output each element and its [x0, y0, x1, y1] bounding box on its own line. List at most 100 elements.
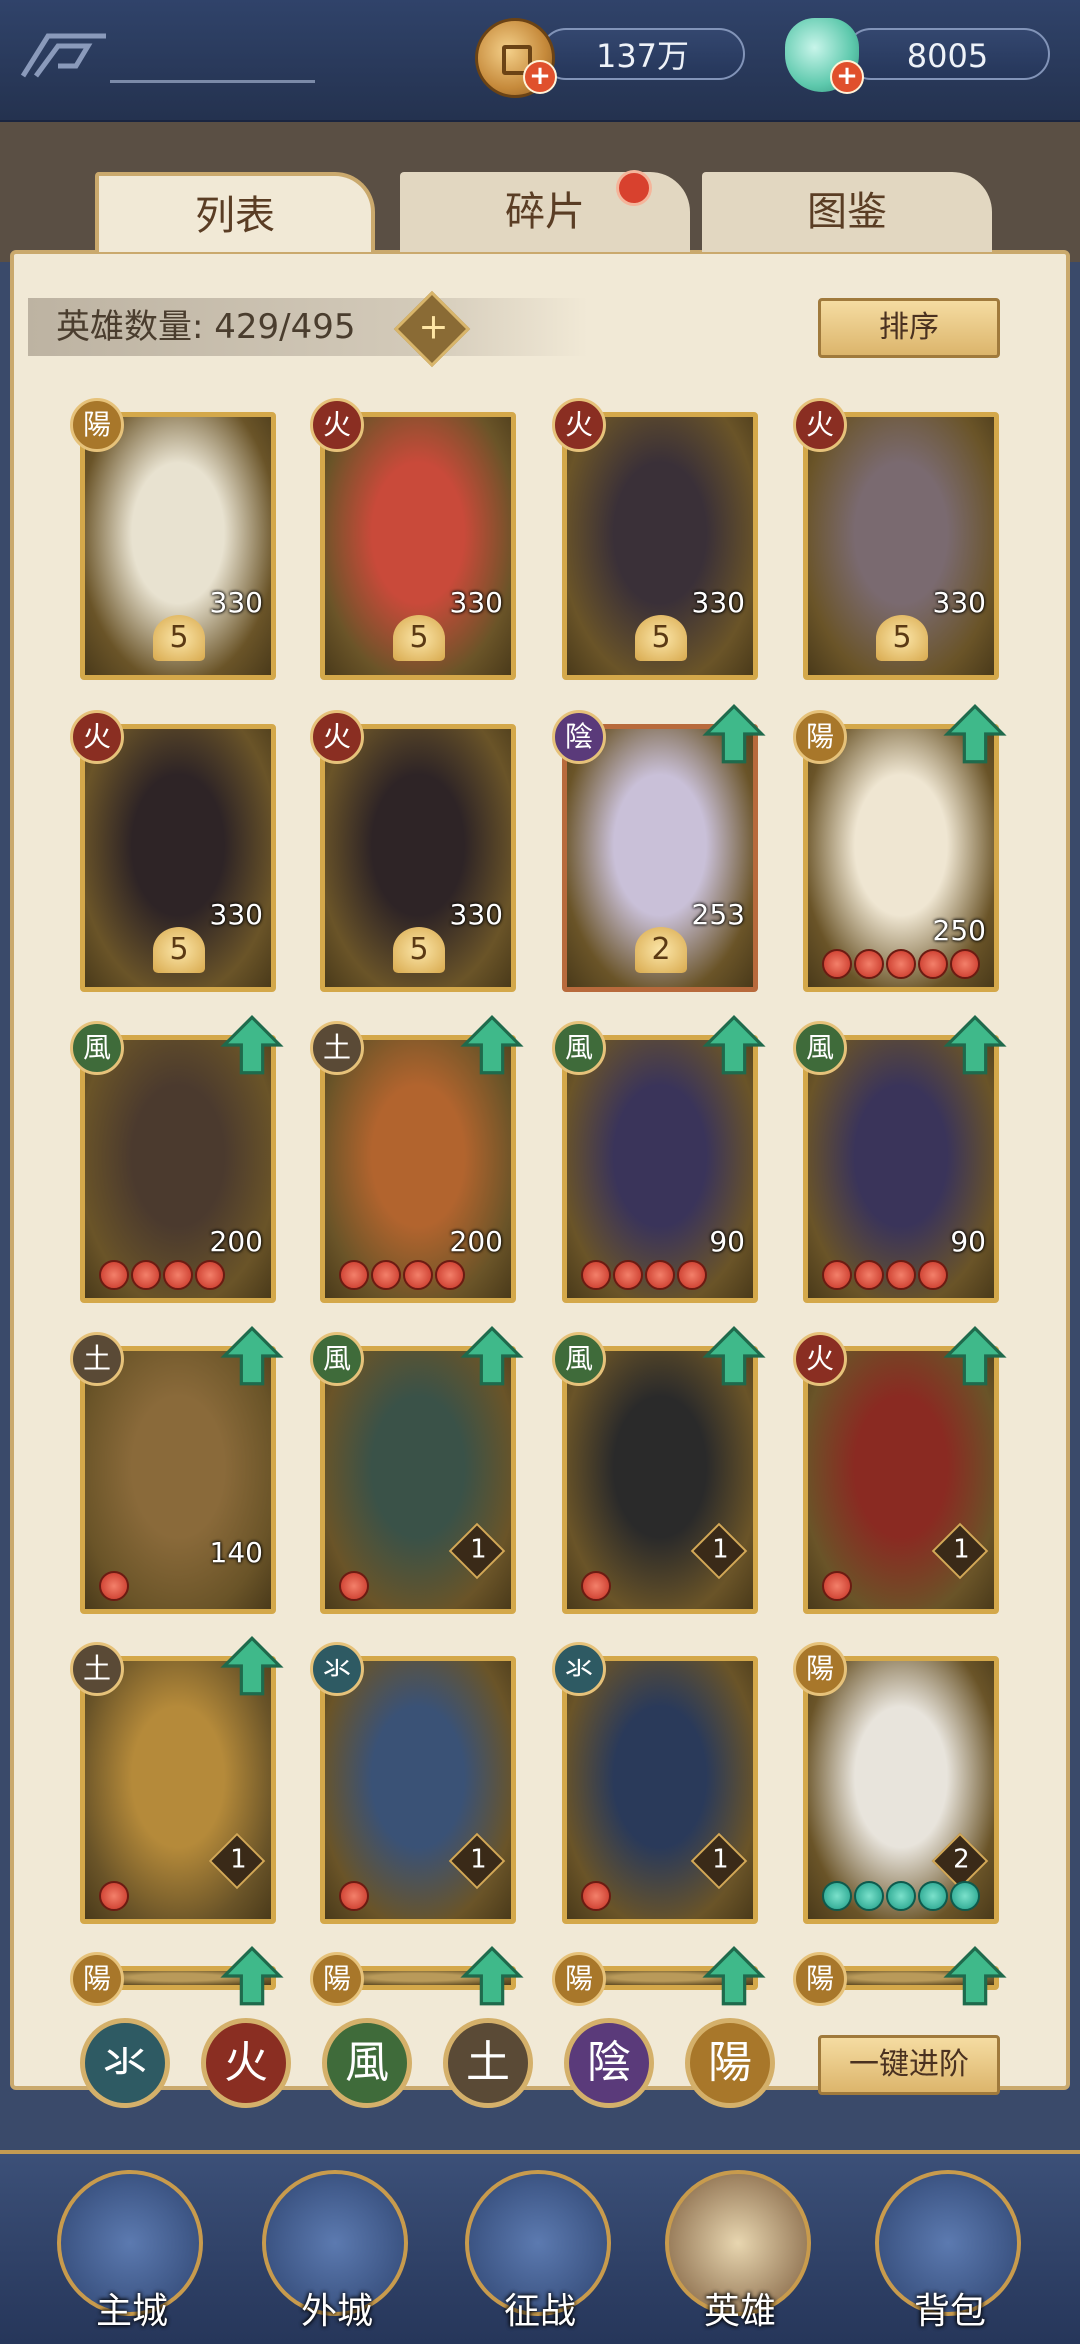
filter-fire[interactable]: 火 [201, 2018, 291, 2108]
nav-label: 主城 [95, 2291, 168, 2332]
hero-star-rank: 5 [635, 615, 687, 661]
pip-icon [371, 1260, 401, 1290]
hero-star-rank: 5 [393, 615, 445, 661]
pip-icon [918, 1260, 948, 1290]
pip-icon [822, 1260, 852, 1290]
hero-card[interactable]: 330 5 [320, 412, 516, 680]
nav-bag[interactable]: 背包 [875, 2170, 1025, 2332]
upgrade-arrow-icon [220, 1015, 284, 1075]
hero-level: 90 [709, 1225, 745, 1258]
element-badge-yang: 陽 [793, 1642, 847, 1696]
nav-outer-city[interactable]: 外城 [262, 2170, 412, 2332]
nav-main-city[interactable]: 主城 [57, 2170, 207, 2332]
pip-icon [918, 1881, 948, 1911]
awakening-pips [822, 1571, 852, 1601]
advance-all-button[interactable]: 一键进阶 [818, 2035, 1000, 2095]
upgrade-arrow-icon [220, 1326, 284, 1386]
add-jade-button[interactable]: + [830, 60, 864, 94]
tab-list[interactable]: 列表 [95, 172, 375, 252]
pip-icon [822, 1571, 852, 1601]
pip-icon [886, 1881, 916, 1911]
pip-icon [163, 1260, 193, 1290]
notification-dot [616, 170, 652, 206]
hero-card[interactable]: 330 5 [80, 724, 276, 992]
awakening-pips [99, 1260, 225, 1290]
element-badge-wind: 風 [70, 1021, 124, 1075]
pip-icon [195, 1260, 225, 1290]
menu-icon[interactable] [18, 30, 108, 82]
pip-icon [403, 1260, 433, 1290]
hero-level: 330 [449, 586, 503, 619]
element-badge-fire: 火 [793, 398, 847, 452]
upgrade-arrow-icon [943, 1326, 1007, 1386]
upgrade-arrow-icon [220, 1946, 284, 2006]
jade-counter: 8005 [845, 28, 1050, 80]
hero-card[interactable]: 1 [320, 1656, 516, 1924]
coin-counter: 137万 [540, 28, 745, 80]
awakening-pips [339, 1881, 369, 1911]
hero-level: 253 [691, 898, 745, 931]
pip-icon [581, 1260, 611, 1290]
upgrade-arrow-icon [220, 1636, 284, 1696]
upgrade-arrow-icon [702, 704, 766, 764]
filter-water[interactable]: 氺 [80, 2018, 170, 2108]
pip-icon [822, 949, 852, 979]
pip-icon [886, 1260, 916, 1290]
awakening-pips [581, 1881, 611, 1911]
hero-card[interactable]: 330 5 [803, 412, 999, 680]
element-badge-wind: 風 [552, 1332, 606, 1386]
filter-wind[interactable]: 風 [322, 2018, 412, 2108]
element-badge-earth: 土 [310, 1021, 364, 1075]
sort-button[interactable]: 排序 [818, 298, 1000, 358]
upgrade-arrow-icon [943, 1946, 1007, 2006]
hero-level: 330 [691, 586, 745, 619]
element-badge-fire: 火 [310, 710, 364, 764]
element-badge-yang: 陽 [552, 1952, 606, 2006]
element-badge-yang: 陽 [793, 1952, 847, 2006]
hero-level: 330 [932, 586, 986, 619]
hero-count-value: 429/495 [214, 307, 356, 347]
element-badge-wind: 風 [310, 1332, 364, 1386]
filter-earth[interactable]: 土 [443, 2018, 533, 2108]
header-divider [110, 80, 315, 83]
hero-level: 330 [209, 898, 263, 931]
nav-label: 外城 [300, 2291, 373, 2332]
hero-count-label: 英雄数量: [56, 307, 204, 347]
awakening-pips [339, 1260, 465, 1290]
pip-icon [822, 1881, 852, 1911]
hero-card[interactable]: 2 [803, 1656, 999, 1924]
hero-star-rank: 5 [153, 615, 205, 661]
pip-icon [339, 1881, 369, 1911]
element-badge-fire: 火 [793, 1332, 847, 1386]
pip-icon [435, 1260, 465, 1290]
upgrade-arrow-icon [460, 1326, 524, 1386]
nav-label: 背包 [913, 2291, 986, 2332]
tab-atlas[interactable]: 图鉴 [702, 172, 992, 252]
hero-level: 200 [209, 1225, 263, 1258]
element-badge-yin: 陰 [552, 710, 606, 764]
pip-icon [950, 1881, 980, 1911]
hero-card[interactable]: 330 5 [562, 412, 758, 680]
pip-icon [918, 949, 948, 979]
add-coin-button[interactable]: + [523, 60, 557, 94]
nav-label: 征战 [503, 2291, 576, 2332]
pip-icon [131, 1260, 161, 1290]
awakening-pips [822, 949, 980, 979]
nav-campaign[interactable]: 征战 [465, 2170, 615, 2332]
filter-yin[interactable]: 陰 [564, 2018, 654, 2108]
hero-level: 330 [209, 586, 263, 619]
filter-yang[interactable]: 陽 [685, 2018, 775, 2108]
hero-card[interactable]: 1 [562, 1656, 758, 1924]
hero-level: 90 [950, 1225, 986, 1258]
plus-icon: + [418, 306, 449, 348]
element-badge-wind: 風 [552, 1021, 606, 1075]
element-badge-earth: 土 [70, 1332, 124, 1386]
awakening-pips [99, 1881, 129, 1911]
hero-card[interactable]: 330 5 [320, 724, 516, 992]
nav-heroes[interactable]: 英雄 [665, 2170, 815, 2332]
pip-icon [99, 1881, 129, 1911]
hero-count: 英雄数量: 429/495 [28, 298, 588, 356]
hero-card[interactable]: 330 5 [80, 412, 276, 680]
pip-icon [854, 949, 884, 979]
hero-star-rank: 5 [876, 615, 928, 661]
